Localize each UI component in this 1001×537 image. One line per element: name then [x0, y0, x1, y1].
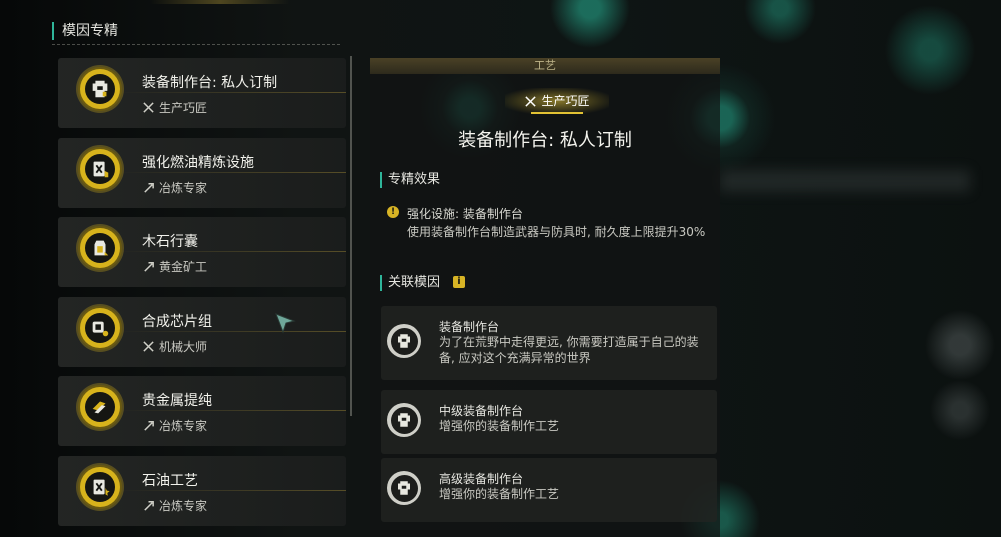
item-name: 石油工艺: [142, 472, 198, 489]
cursor-arrow-icon: [275, 313, 296, 334]
list-item[interactable]: 贵金属提纯 冶炼专家: [58, 376, 346, 446]
workbench-icon: [387, 324, 421, 358]
item-name: 贵金属提纯: [142, 393, 212, 409]
info-icon[interactable]: i: [453, 276, 465, 288]
item-category-label: 冶炼专家: [159, 498, 208, 513]
workbench-icon: [387, 403, 421, 437]
item-category: 机械大师: [142, 338, 207, 355]
related-gene-name: 高级装备制作台: [439, 472, 524, 486]
item-divider: [118, 489, 346, 491]
item-category: 冶炼专家: [142, 179, 207, 196]
top-decoration: [150, 0, 290, 4]
related-gene-desc: 增强你的装备制作工艺: [439, 419, 560, 433]
item-category-label: 机械大师: [159, 339, 208, 354]
backpack-icon: [80, 228, 120, 268]
pickaxe-icon: [144, 182, 154, 193]
item-divider: [118, 92, 346, 93]
related-gene-desc: 增强你的装备制作工艺: [439, 487, 560, 501]
item-category-label: 生产巧匠: [159, 101, 208, 115]
effects-heading: 专精效果: [380, 172, 440, 188]
effect-bulb-icon: !: [387, 206, 399, 218]
effect-description: 使用装备制作台制造武器与防具时, 耐久度上限提升30%: [407, 225, 706, 239]
category-badge-label: 生产巧匠: [541, 94, 590, 108]
pickaxe-icon: [144, 262, 154, 272]
item-name: 装备制作台: 私人订制: [142, 75, 278, 91]
list-item[interactable]: 装备制作台: 私人订制 生产巧匠: [58, 58, 346, 128]
effect-name: 强化设施: 装备制作台: [407, 207, 523, 221]
item-divider: [118, 171, 346, 173]
fuel-icon: [80, 466, 120, 507]
item-name: 合成芯片组: [142, 313, 212, 330]
detail-title: 装备制作台: 私人订制: [458, 130, 632, 151]
craft-header: 工艺: [370, 58, 720, 74]
item-category-label: 黄金矿工: [159, 260, 208, 274]
pickaxe-icon: [144, 421, 154, 431]
related-gene-card[interactable]: 高级装备制作台 增强你的装备制作工艺: [381, 458, 717, 522]
related-gene-card[interactable]: 中级装备制作台 增强你的装备制作工艺: [381, 390, 717, 454]
item-name: 强化燃油精炼设施: [142, 154, 254, 171]
item-category: 生产巧匠: [142, 99, 207, 116]
related-gene-name: 装备制作台: [439, 320, 500, 334]
mastery-list: 装备制作台: 私人订制 生产巧匠 强化燃油精炼设施 冶炼专家 木石行囊 黄金矿工: [58, 58, 346, 535]
list-item[interactable]: 合成芯片组 机械大师: [58, 296, 346, 367]
pickaxe-icon: [144, 500, 154, 511]
item-divider: [118, 251, 346, 252]
list-item[interactable]: 强化燃油精炼设施 冶炼专家: [58, 137, 346, 208]
workbench-icon: [80, 69, 120, 109]
item-divider: [118, 330, 346, 332]
related-gene-name: 中级装备制作台: [439, 404, 524, 418]
tools-icon: [525, 95, 537, 107]
tools-icon: [143, 102, 154, 113]
list-item[interactable]: 木石行囊 黄金矿工: [58, 217, 346, 287]
item-category: 黄金矿工: [142, 258, 207, 275]
section-title: 模因专精: [52, 22, 118, 40]
ingot-icon: [80, 387, 120, 427]
tools-icon: [143, 340, 154, 352]
workbench-icon: [387, 471, 421, 505]
list-scrollbar[interactable]: [350, 56, 352, 416]
list-item[interactable]: 石油工艺 冶炼专家: [58, 455, 346, 526]
fuel-icon: [80, 148, 120, 189]
related-heading: 关联模因: [380, 275, 440, 291]
related-gene-desc: 为了在荒野中走得更远, 你需要打造属于自己的装备, 应对这个充满异常的世界: [439, 335, 699, 365]
category-badge: 生产巧匠: [505, 88, 609, 114]
item-category-label: 冶炼专家: [159, 180, 208, 195]
item-category: 冶炼专家: [142, 497, 207, 514]
item-category-label: 冶炼专家: [159, 419, 208, 433]
section-divider: [52, 44, 340, 45]
item-divider: [118, 410, 346, 411]
chip-icon: [80, 307, 120, 348]
item-name: 木石行囊: [142, 234, 198, 250]
item-category: 冶炼专家: [142, 417, 207, 434]
related-gene-card[interactable]: 装备制作台 为了在荒野中走得更远, 你需要打造属于自己的装备, 应对这个充满异常…: [381, 306, 717, 380]
